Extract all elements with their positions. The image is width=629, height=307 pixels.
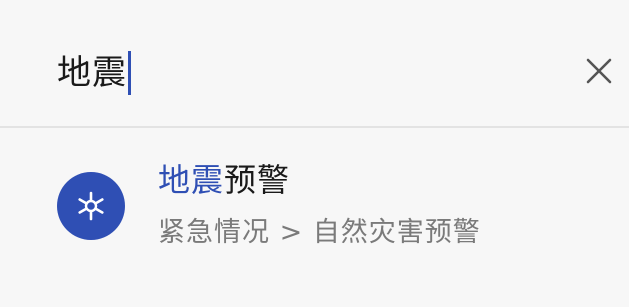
search-query-text: 地震 [57, 53, 127, 93]
close-icon [586, 58, 612, 84]
result-title-rest: 预警 [224, 161, 291, 199]
result-title-match: 地震 [158, 161, 225, 199]
search-input[interactable]: 地震 [57, 46, 131, 100]
clear-search-button[interactable] [578, 50, 620, 92]
search-bar: 地震 [0, 0, 629, 126]
text-caret [128, 51, 131, 95]
result-breadcrumb: 紧急情况 > 自然灾害预警 [158, 217, 481, 248]
asterisk-emergency-icon [57, 172, 125, 240]
search-result-item[interactable]: 地震预警 紧急情况 > 自然灾害预警 [0, 128, 629, 307]
result-title: 地震预警 [158, 161, 290, 199]
